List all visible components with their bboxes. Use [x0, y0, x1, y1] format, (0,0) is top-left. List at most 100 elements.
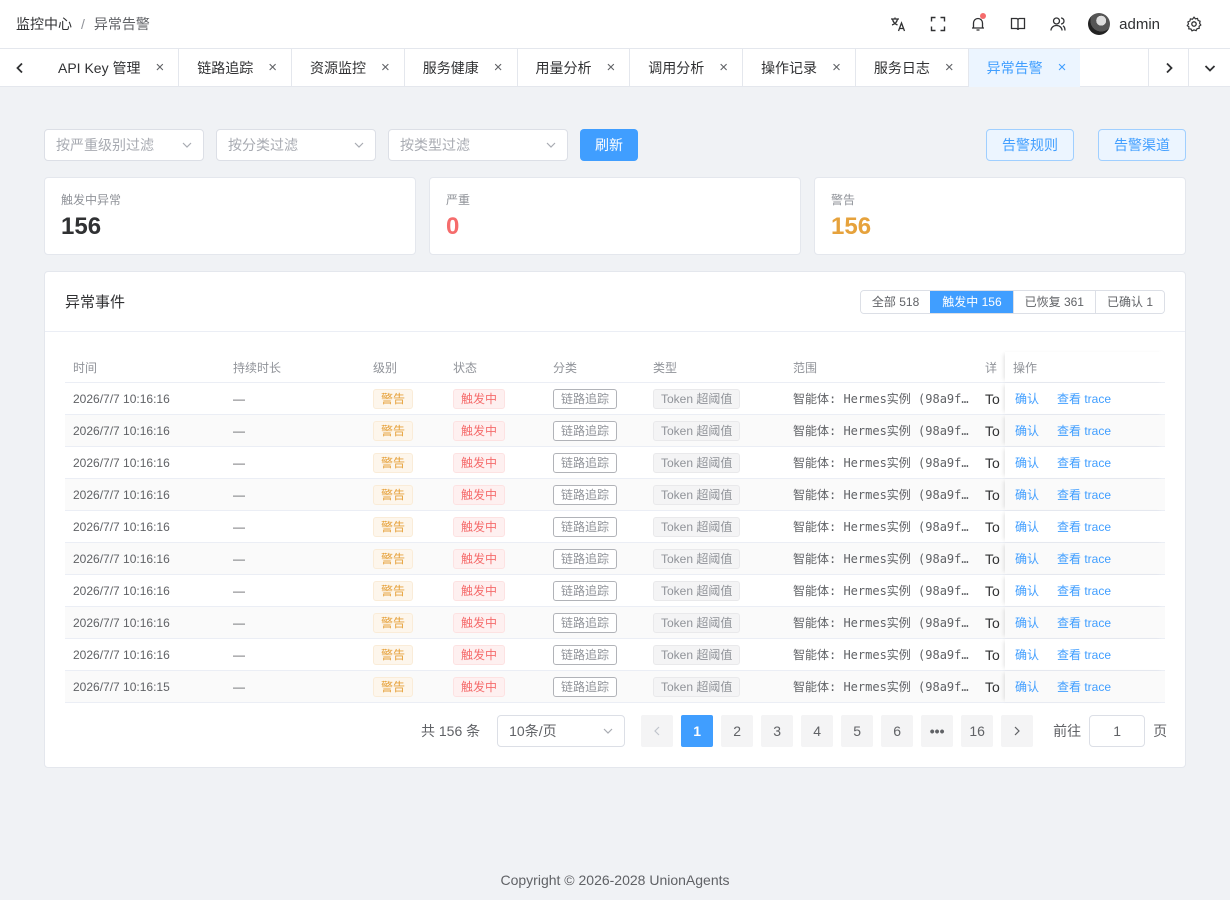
translate-icon[interactable] — [878, 0, 918, 48]
segment-acknowledged[interactable]: 已确认 1 — [1094, 290, 1164, 313]
book-icon[interactable] — [998, 0, 1038, 48]
row-actions: 确认 查看 trace — [1005, 575, 1165, 606]
tab-usage-analysis[interactable]: 用量分析 × — [516, 48, 630, 87]
page-jump-suffix: 页 — [1153, 723, 1168, 739]
page-button-6[interactable]: 6 — [881, 715, 914, 747]
category-filter-select[interactable]: 按分类过滤 — [216, 129, 376, 161]
confirm-link[interactable]: 确认 — [1015, 422, 1039, 439]
page-jump-input[interactable] — [1089, 715, 1146, 747]
row-type-cell: Token 超阈值 — [645, 452, 785, 473]
table-row: 2026/7/7 10:16:16 — 警告 触发中 链路追踪 Token 超阈值 智能体:… — [65, 607, 1165, 639]
events-table: 时间 持续时长 级别 状态 分类 类型 范围 详 操作 2026/7/7 10:… — [65, 352, 1165, 703]
user-menu[interactable]: admin — [1088, 13, 1160, 35]
close-icon[interactable]: × — [945, 60, 954, 75]
status-segment-control: 全部 518 触发中 156 已恢复 361 已确认 1 — [859, 289, 1165, 314]
row-category-cell: 链路追踪 — [545, 612, 645, 633]
tab-operation-log[interactable]: 操作记录 × — [742, 48, 855, 87]
page-button-2[interactable]: 2 — [721, 715, 754, 747]
confirm-link[interactable]: 确认 — [1015, 550, 1039, 567]
confirm-link[interactable]: 确认 — [1015, 614, 1039, 631]
fullscreen-icon[interactable] — [918, 0, 958, 48]
alert-channels-button[interactable]: 告警渠道 — [1098, 129, 1186, 161]
row-type-cell: Token 超阈值 — [645, 676, 785, 697]
tab-label: 异常告警 — [986, 59, 1043, 76]
row-detail: To — [985, 678, 1000, 695]
row-scope: 智能体: Hermes实例 (98a9f… — [793, 680, 969, 694]
stat-card-critical: 严重 0 — [429, 177, 801, 255]
view-trace-link[interactable]: 查看 trace — [1057, 614, 1111, 631]
page-button-5[interactable]: 5 — [841, 715, 874, 747]
confirm-link[interactable]: 确认 — [1015, 518, 1039, 535]
view-trace-link[interactable]: 查看 trace — [1057, 486, 1111, 503]
page-button-16[interactable]: 16 — [961, 715, 994, 747]
breadcrumb-item-monitor[interactable]: 监控中心 — [16, 14, 72, 34]
confirm-link[interactable]: 确认 — [1015, 582, 1039, 599]
tab-label: 服务日志 — [873, 59, 930, 76]
row-category-cell: 链路追踪 — [545, 420, 645, 441]
severity-filter-select[interactable]: 按严重级别过滤 — [44, 129, 204, 161]
close-icon[interactable]: × — [268, 60, 277, 75]
view-trace-link[interactable]: 查看 trace — [1057, 422, 1111, 439]
level-badge: 警告 — [373, 484, 414, 505]
gear-icon[interactable] — [1174, 0, 1214, 48]
tab-service-log[interactable]: 服务日志 × — [854, 48, 968, 87]
row-type-cell: Token 超阈值 — [645, 388, 785, 409]
status-badge: 触发中 — [453, 676, 506, 697]
confirm-link[interactable]: 确认 — [1015, 678, 1039, 695]
view-trace-link[interactable]: 查看 trace — [1057, 550, 1111, 567]
segment-recovered[interactable]: 已恢复 361 — [1012, 290, 1095, 313]
alert-rules-button[interactable]: 告警规则 — [986, 129, 1074, 161]
tabs-more-button[interactable] — [1188, 48, 1230, 87]
user-icon[interactable] — [1038, 0, 1078, 48]
tab-alerts[interactable]: 异常告警 × — [967, 48, 1081, 87]
type-filter-select[interactable]: 按类型过滤 — [388, 129, 568, 161]
row-detail: To — [985, 390, 1000, 407]
close-icon[interactable]: × — [607, 60, 616, 75]
prev-page-button[interactable] — [641, 715, 674, 747]
page-size-select[interactable]: 10条/页 — [497, 715, 626, 747]
view-trace-link[interactable]: 查看 trace — [1057, 518, 1111, 535]
type-badge: Token 超阈值 — [653, 516, 741, 537]
row-category-cell: 链路追踪 — [545, 580, 645, 601]
next-page-button[interactable] — [1001, 715, 1034, 747]
page-button-1[interactable]: 1 — [681, 715, 714, 747]
close-icon[interactable]: × — [1058, 60, 1067, 75]
confirm-link[interactable]: 确认 — [1015, 454, 1039, 471]
view-trace-link[interactable]: 查看 trace — [1057, 582, 1111, 599]
close-icon[interactable]: × — [494, 60, 503, 75]
confirm-link[interactable]: 确认 — [1015, 646, 1039, 663]
type-badge: Token 超阈值 — [653, 548, 741, 569]
refresh-button[interactable]: 刷新 — [580, 129, 638, 161]
page-ellipsis-button[interactable]: ••• — [921, 715, 954, 747]
row-detail: To — [985, 454, 1000, 471]
close-icon[interactable]: × — [719, 60, 728, 75]
tab-trace[interactable]: 链路追踪 × — [178, 48, 291, 87]
view-trace-link[interactable]: 查看 trace — [1057, 678, 1111, 695]
table-header-row: 时间 持续时长 级别 状态 分类 类型 范围 详 操作 — [65, 352, 1165, 383]
view-trace-link[interactable]: 查看 trace — [1057, 646, 1111, 663]
row-scope: 智能体: Hermes实例 (98a9f… — [793, 520, 969, 534]
close-icon[interactable]: × — [832, 60, 841, 75]
tab-call-analysis[interactable]: 调用分析 × — [629, 48, 742, 87]
confirm-link[interactable]: 确认 — [1015, 390, 1039, 407]
close-icon[interactable]: × — [155, 60, 164, 75]
close-icon[interactable]: × — [381, 60, 390, 75]
segment-all[interactable]: 全部 518 — [860, 290, 931, 313]
segment-firing[interactable]: 触发中 156 — [930, 290, 1013, 313]
level-badge: 警告 — [373, 420, 414, 441]
bell-icon[interactable] — [958, 0, 998, 48]
tabs-scroll-right-button[interactable] — [1148, 48, 1188, 87]
row-scope: 智能体: Hermes实例 (98a9f… — [793, 552, 969, 566]
view-trace-link[interactable]: 查看 trace — [1057, 454, 1111, 471]
view-trace-link[interactable]: 查看 trace — [1057, 390, 1111, 407]
page-button-3[interactable]: 3 — [761, 715, 794, 747]
tab-api-key[interactable]: API Key 管理 × — [40, 49, 178, 87]
confirm-link[interactable]: 确认 — [1015, 486, 1039, 503]
page-button-4[interactable]: 4 — [801, 715, 834, 747]
row-category-cell: 链路追踪 — [545, 452, 645, 473]
tabs-scroll-left-button[interactable] — [0, 49, 40, 87]
tab-resource-monitor[interactable]: 资源监控 × — [291, 48, 404, 87]
tab-service-health[interactable]: 服务健康 × — [403, 48, 517, 87]
row-duration: — — [233, 647, 245, 662]
column-header-time: 时间 — [73, 360, 98, 375]
